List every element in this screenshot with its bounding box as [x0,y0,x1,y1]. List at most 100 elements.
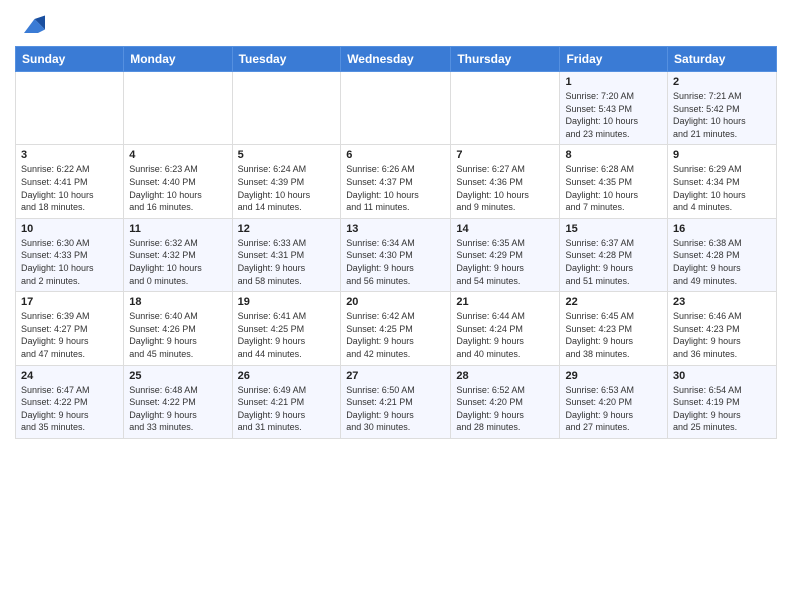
day-info: Sunrise: 6:45 AM Sunset: 4:23 PM Dayligh… [565,310,662,360]
day-number: 6 [346,149,445,161]
day-number: 11 [129,223,226,235]
calendar-week-3: 10 Sunrise: 6:30 AM Sunset: 4:33 PM Dayli… [16,218,777,291]
weekday-header-sunday: Sunday [16,47,124,72]
calendar-cell: 26Sunrise: 6:49 AM Sunset: 4:21 PM Dayli… [232,365,341,438]
day-info: Sunrise: 6:52 AM Sunset: 4:20 PM Dayligh… [456,384,554,434]
day-number: 25 [129,370,226,382]
day-info: Sunrise: 6:42 AM Sunset: 4:25 PM Dayligh… [346,310,445,360]
calendar-cell: 29 Sunrise: 6:53 AM Sunset: 4:20 PM Dayli… [560,365,668,438]
weekday-header-tuesday: Tuesday [232,47,341,72]
calendar-cell: 28 Sunrise: 6:52 AM Sunset: 4:20 PM Dayli… [451,365,560,438]
calendar-cell: 25 Sunrise: 6:48 AM Sunset: 4:22 PM Dayli… [124,365,232,438]
day-number: 22 [565,296,662,308]
calendar-week-1: 1 Sunrise: 7:20 AM Sunset: 5:43 PM Daylig… [16,72,777,145]
day-number: 19 [238,296,336,308]
calendar-cell: 20 Sunrise: 6:42 AM Sunset: 4:25 PM Dayli… [341,292,451,365]
calendar-cell: 19Sunrise: 6:41 AM Sunset: 4:25 PM Dayli… [232,292,341,365]
calendar-cell: 16 Sunrise: 6:38 AM Sunset: 4:28 PM Dayli… [668,218,777,291]
day-info: Sunrise: 6:35 AM Sunset: 4:29 PM Dayligh… [456,237,554,287]
calendar-cell: 7 Sunrise: 6:27 AM Sunset: 4:36 PM Daylig… [451,145,560,218]
calendar-cell: 18Sunrise: 6:40 AM Sunset: 4:26 PM Dayli… [124,292,232,365]
calendar-cell: 4 Sunrise: 6:23 AM Sunset: 4:40 PM Daylig… [124,145,232,218]
day-number: 12 [238,223,336,235]
day-info: Sunrise: 6:24 AM Sunset: 4:39 PM Dayligh… [238,163,336,213]
day-info: Sunrise: 6:29 AM Sunset: 4:34 PM Dayligh… [673,163,771,213]
day-info: Sunrise: 7:21 AM Sunset: 5:42 PM Dayligh… [673,90,771,140]
calendar-cell: 27 Sunrise: 6:50 AM Sunset: 4:21 PM Dayli… [341,365,451,438]
day-info: Sunrise: 6:54 AM Sunset: 4:19 PM Dayligh… [673,384,771,434]
day-number: 9 [673,149,771,161]
calendar-cell: 10 Sunrise: 6:30 AM Sunset: 4:33 PM Dayli… [16,218,124,291]
calendar-cell: 30 Sunrise: 6:54 AM Sunset: 4:19 PM Dayli… [668,365,777,438]
calendar-cell: 14Sunrise: 6:35 AM Sunset: 4:29 PM Dayli… [451,218,560,291]
day-number: 10 [21,223,118,235]
page-header [15,10,777,40]
day-number: 28 [456,370,554,382]
calendar-table: SundayMondayTuesdayWednesdayThursdayFrid… [15,46,777,439]
day-info: Sunrise: 7:20 AM Sunset: 5:43 PM Dayligh… [565,90,662,140]
day-info: Sunrise: 6:44 AM Sunset: 4:24 PM Dayligh… [456,310,554,360]
day-number: 5 [238,149,336,161]
day-number: 29 [565,370,662,382]
day-info: Sunrise: 6:27 AM Sunset: 4:36 PM Dayligh… [456,163,554,213]
calendar-cell: 8 Sunrise: 6:28 AM Sunset: 4:35 PM Daylig… [560,145,668,218]
day-info: Sunrise: 6:23 AM Sunset: 4:40 PM Dayligh… [129,163,226,213]
calendar-cell [341,72,451,145]
day-number: 18 [129,296,226,308]
day-number: 24 [21,370,118,382]
day-info: Sunrise: 6:30 AM Sunset: 4:33 PM Dayligh… [21,237,118,287]
day-info: Sunrise: 6:28 AM Sunset: 4:35 PM Dayligh… [565,163,662,213]
calendar-cell: 24 Sunrise: 6:47 AM Sunset: 4:22 PM Dayli… [16,365,124,438]
day-number: 20 [346,296,445,308]
day-info: Sunrise: 6:32 AM Sunset: 4:32 PM Dayligh… [129,237,226,287]
day-number: 23 [673,296,771,308]
day-info: Sunrise: 6:34 AM Sunset: 4:30 PM Dayligh… [346,237,445,287]
day-number: 1 [565,76,662,88]
calendar-cell: 21 Sunrise: 6:44 AM Sunset: 4:24 PM Dayli… [451,292,560,365]
calendar-cell: 15Sunrise: 6:37 AM Sunset: 4:28 PM Dayli… [560,218,668,291]
logo-icon [17,12,45,40]
day-number: 15 [565,223,662,235]
day-info: Sunrise: 6:38 AM Sunset: 4:28 PM Dayligh… [673,237,771,287]
logo [15,16,45,40]
day-number: 8 [565,149,662,161]
calendar-cell: 1 Sunrise: 7:20 AM Sunset: 5:43 PM Daylig… [560,72,668,145]
calendar-cell [232,72,341,145]
weekday-header-thursday: Thursday [451,47,560,72]
calendar-week-2: 3 Sunrise: 6:22 AM Sunset: 4:41 PM Daylig… [16,145,777,218]
calendar-week-4: 17 Sunrise: 6:39 AM Sunset: 4:27 PM Dayli… [16,292,777,365]
day-info: Sunrise: 6:50 AM Sunset: 4:21 PM Dayligh… [346,384,445,434]
day-number: 21 [456,296,554,308]
day-info: Sunrise: 6:39 AM Sunset: 4:27 PM Dayligh… [21,310,118,360]
day-info: Sunrise: 6:47 AM Sunset: 4:22 PM Dayligh… [21,384,118,434]
day-number: 13 [346,223,445,235]
day-info: Sunrise: 6:49 AM Sunset: 4:21 PM Dayligh… [238,384,336,434]
day-info: Sunrise: 6:22 AM Sunset: 4:41 PM Dayligh… [21,163,118,213]
calendar-cell: 3 Sunrise: 6:22 AM Sunset: 4:41 PM Daylig… [16,145,124,218]
day-info: Sunrise: 6:53 AM Sunset: 4:20 PM Dayligh… [565,384,662,434]
weekday-header-saturday: Saturday [668,47,777,72]
calendar-cell: 17 Sunrise: 6:39 AM Sunset: 4:27 PM Dayli… [16,292,124,365]
calendar-cell [451,72,560,145]
calendar-cell: 13 Sunrise: 6:34 AM Sunset: 4:30 PM Dayli… [341,218,451,291]
day-number: 3 [21,149,118,161]
calendar-cell: 5 Sunrise: 6:24 AM Sunset: 4:39 PM Daylig… [232,145,341,218]
calendar-cell [16,72,124,145]
calendar-cell: 9 Sunrise: 6:29 AM Sunset: 4:34 PM Daylig… [668,145,777,218]
day-number: 7 [456,149,554,161]
day-number: 4 [129,149,226,161]
calendar-cell: 2Sunrise: 7:21 AM Sunset: 5:42 PM Daylig… [668,72,777,145]
day-info: Sunrise: 6:26 AM Sunset: 4:37 PM Dayligh… [346,163,445,213]
day-number: 27 [346,370,445,382]
calendar-cell [124,72,232,145]
calendar-header-row: SundayMondayTuesdayWednesdayThursdayFrid… [16,47,777,72]
day-number: 16 [673,223,771,235]
day-info: Sunrise: 6:33 AM Sunset: 4:31 PM Dayligh… [238,237,336,287]
weekday-header-monday: Monday [124,47,232,72]
day-number: 30 [673,370,771,382]
day-info: Sunrise: 6:48 AM Sunset: 4:22 PM Dayligh… [129,384,226,434]
day-number: 17 [21,296,118,308]
calendar-week-5: 24 Sunrise: 6:47 AM Sunset: 4:22 PM Dayli… [16,365,777,438]
weekday-header-friday: Friday [560,47,668,72]
calendar-cell: 12 Sunrise: 6:33 AM Sunset: 4:31 PM Dayli… [232,218,341,291]
